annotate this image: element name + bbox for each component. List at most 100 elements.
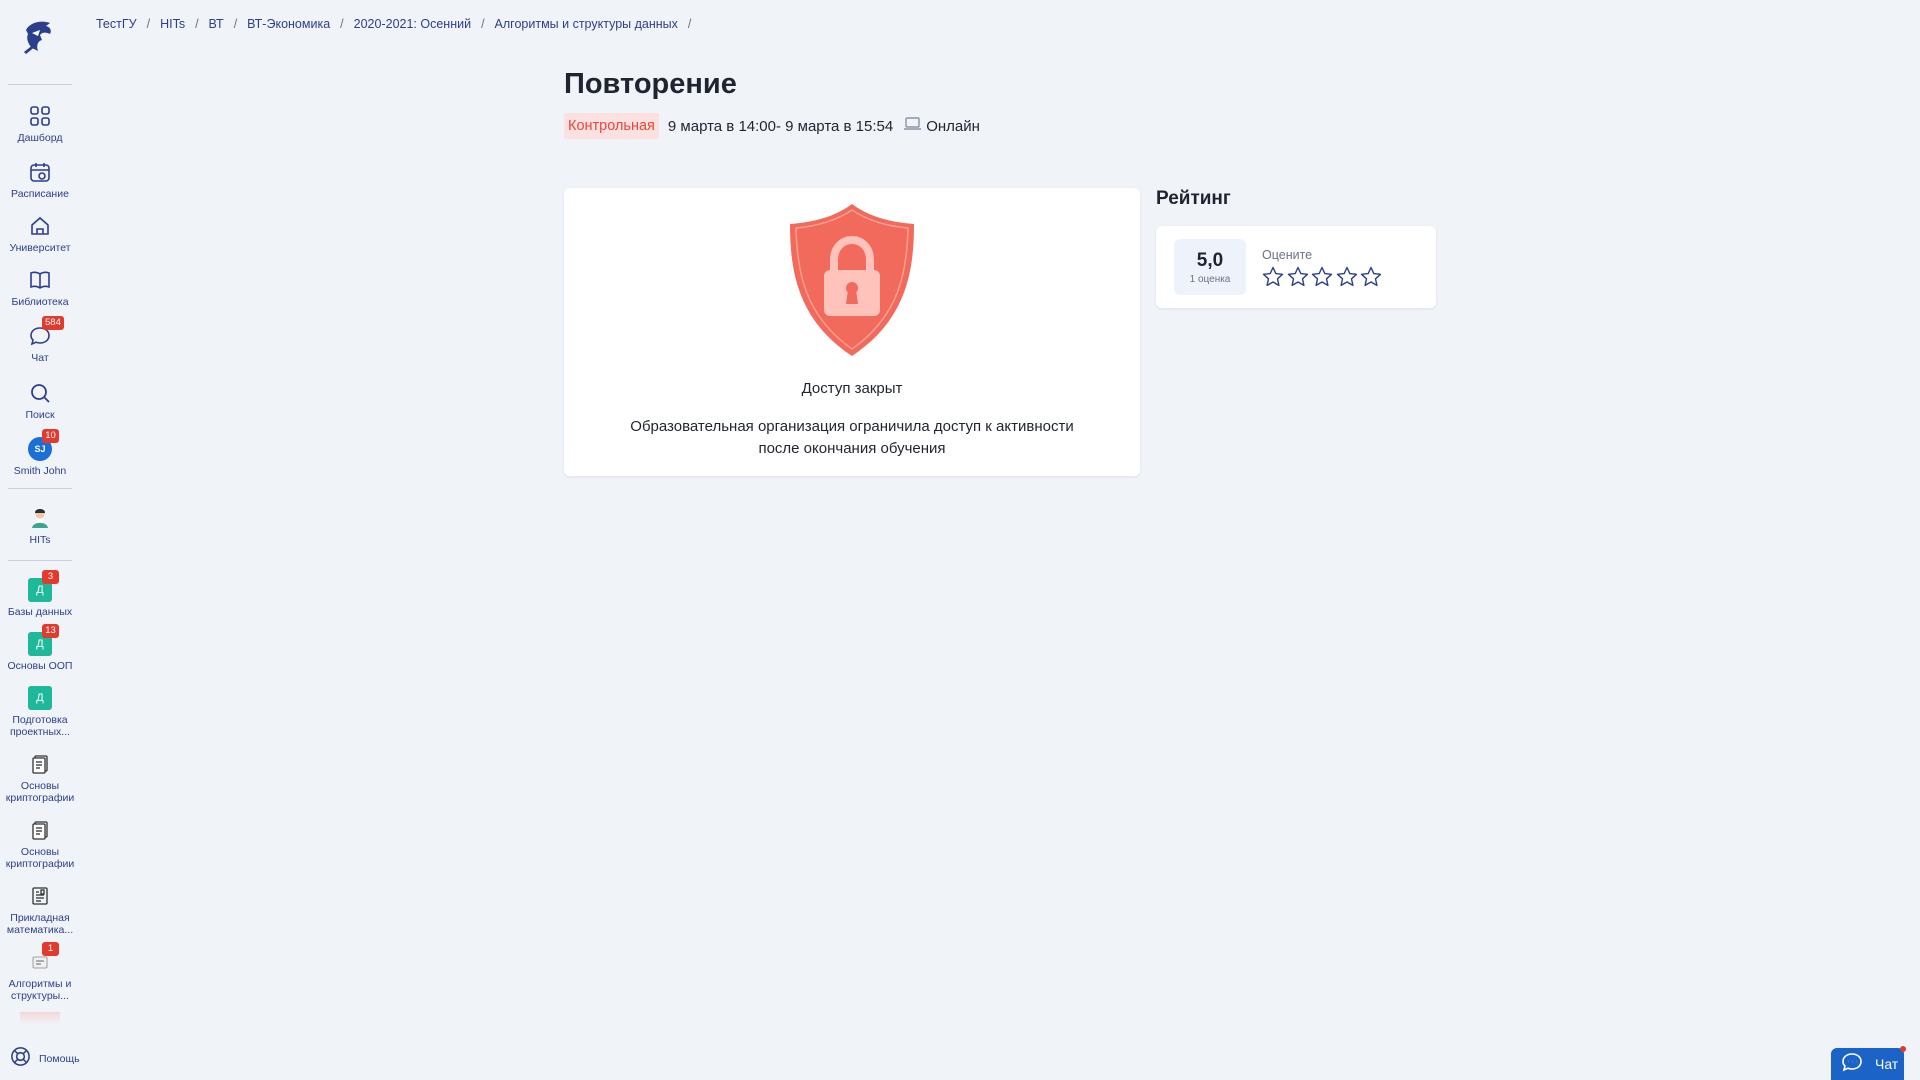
sidebar-item-library[interactable]: Библиотека [0, 268, 80, 308]
sidebar-item-course-projects[interactable]: Д Подготовка проектных... [0, 686, 80, 738]
activity-mode: Онлайн [903, 116, 980, 136]
rating-count: 1 оценка [1189, 274, 1231, 285]
sidebar-item-label: Базы данных [7, 606, 73, 618]
page-title: Повторение [564, 68, 737, 100]
unread-badge: 3 [42, 570, 59, 584]
mascot-icon [28, 506, 52, 530]
sidebar-item-label: Поиск [25, 409, 55, 421]
breadcrumb-separator: / [146, 17, 151, 31]
course-tile: Д 13 [28, 624, 59, 656]
breadcrumb-separator: / [233, 17, 238, 31]
star-icon[interactable] [1310, 265, 1334, 289]
breadcrumb-separator: / [195, 17, 199, 31]
sidebar-item-dashboard[interactable]: Дашборд [0, 104, 80, 144]
sidebar-item-search[interactable]: Поиск [0, 381, 80, 421]
sidebar-item-label: HITs [29, 534, 51, 546]
book-icon [28, 268, 52, 292]
course-thumbnail-icon: 1 [28, 942, 59, 974]
spartan-logo-icon[interactable] [20, 18, 56, 56]
sidebar-item-course-algorithms[interactable]: 1 Алгоритмы и структуры... [0, 942, 80, 1002]
lock-shield-icon [788, 202, 916, 358]
star-rating-input[interactable] [1261, 265, 1384, 289]
sidebar-item-chat[interactable]: 584 Чат [0, 316, 80, 364]
access-description: Образовательная организация ограничила д… [630, 418, 1074, 457]
sidebar-item-schedule[interactable]: Расписание [0, 160, 80, 200]
sidebar-item-label: Дашборд [17, 132, 63, 144]
document-icon [28, 884, 52, 908]
sidebar-divider [8, 84, 72, 85]
sidebar-item-course-oop[interactable]: Д 13 Основы ООП [0, 624, 80, 672]
breadcrumb-separator: / [481, 17, 485, 31]
breadcrumb-separator: / [687, 17, 692, 31]
activity-mode-label: Онлайн [926, 117, 980, 135]
sidebar-item-label: Библиотека [11, 296, 69, 308]
avatar: SJ 10 [28, 429, 59, 461]
rating-score-box: 5,0 1 оценка [1174, 239, 1246, 295]
unread-badge: 13 [42, 624, 59, 638]
breadcrumb: ТестГУ / HITs / ВТ / ВТ-Экономика / 2020… [96, 17, 701, 31]
sidebar-item-label: Чат [31, 352, 49, 364]
help-label: Помощь [39, 1053, 80, 1065]
lifebuoy-icon [10, 1046, 31, 1072]
star-icon[interactable] [1286, 265, 1310, 289]
sidebar-scroll-fade [20, 1012, 60, 1024]
notebook-icon [28, 752, 52, 776]
sidebar-item-course-crypto-1[interactable]: Основы криптографии [0, 752, 80, 804]
breadcrumb-item[interactable]: ВТ [209, 17, 224, 31]
chat-bubble-icon [1841, 1052, 1863, 1077]
sidebar-divider [8, 488, 72, 489]
sidebar-item-course-crypto-2[interactable]: Основы криптографии [0, 818, 80, 870]
grid-icon [28, 104, 52, 128]
sidebar-item-label: Алгоритмы и структуры... [8, 978, 72, 1002]
unread-badge: 1 [42, 942, 59, 956]
activity-type-tag: Контрольная [564, 113, 659, 139]
access-closed-card: Доступ закрыт Образовательная организаци… [564, 188, 1140, 476]
rating-title: Рейтинг [1156, 188, 1231, 209]
rating-card: 5,0 1 оценка Оцените [1156, 226, 1436, 308]
sidebar: Дашборд Расписание Университет Библиотек… [0, 0, 80, 1080]
sidebar-item-label: Университет [9, 242, 71, 254]
star-icon[interactable] [1261, 265, 1285, 289]
sidebar-item-label: Расписание [11, 188, 69, 200]
breadcrumb-item[interactable]: Алгоритмы и структуры данных [495, 17, 678, 31]
breadcrumb-separator: / [340, 17, 344, 31]
activity-date-range: 9 марта в 14:00- 9 марта в 15:54 [667, 117, 894, 135]
sidebar-item-label: Подготовка проектных... [9, 714, 71, 738]
sidebar-item-label: Smith John [13, 465, 67, 477]
notification-badge: 10 [42, 429, 59, 443]
sidebar-item-label: Основы криптографии [5, 846, 75, 870]
calendar-icon [28, 160, 52, 184]
breadcrumb-item[interactable]: ТестГУ [96, 17, 137, 31]
notebook-icon [28, 818, 52, 842]
sidebar-item-label: Прикладная математика... [6, 912, 74, 936]
sidebar-item-label: Основы ООП [7, 660, 73, 672]
sidebar-item-label: Основы криптографии [5, 780, 75, 804]
star-icon[interactable] [1359, 265, 1383, 289]
activity-meta: Контрольная 9 марта в 14:00- 9 марта в 1… [564, 113, 980, 139]
chat-widget-label: Чат [1875, 1056, 1899, 1072]
rating-score: 5,0 [1196, 250, 1224, 271]
sidebar-item-course-databases[interactable]: Д 3 Базы данных [0, 570, 80, 618]
rate-prompt: Оцените [1262, 248, 1313, 262]
sidebar-item-profile[interactable]: SJ 10 Smith John [0, 429, 80, 477]
breadcrumb-item[interactable]: HITs [160, 17, 185, 31]
sidebar-item-org[interactable]: HITs [0, 506, 80, 546]
course-tile: Д 3 [28, 570, 59, 602]
sidebar-item-university[interactable]: Университет [0, 214, 80, 254]
chat-widget-button[interactable]: Чат [1831, 1048, 1904, 1080]
laptop-icon [903, 116, 922, 136]
home-icon [28, 214, 52, 238]
course-tile-letter: Д [28, 686, 52, 710]
breadcrumb-item[interactable]: ВТ-Экономика [247, 17, 330, 31]
help-link[interactable]: Помощь [10, 1046, 80, 1072]
sidebar-divider [8, 560, 72, 561]
unread-badge: 584 [42, 316, 64, 330]
chat-unread-dot [1900, 1046, 1906, 1052]
course-tile: Д [28, 686, 52, 710]
breadcrumb-item[interactable]: 2020-2021: Осенний [354, 17, 471, 31]
access-title: Доступ закрыт [801, 380, 903, 397]
sidebar-item-course-applied-math[interactable]: Прикладная математика... [0, 884, 80, 936]
chat-bubble-icon: 584 [28, 316, 64, 348]
search-icon [28, 381, 52, 405]
star-icon[interactable] [1335, 265, 1359, 289]
